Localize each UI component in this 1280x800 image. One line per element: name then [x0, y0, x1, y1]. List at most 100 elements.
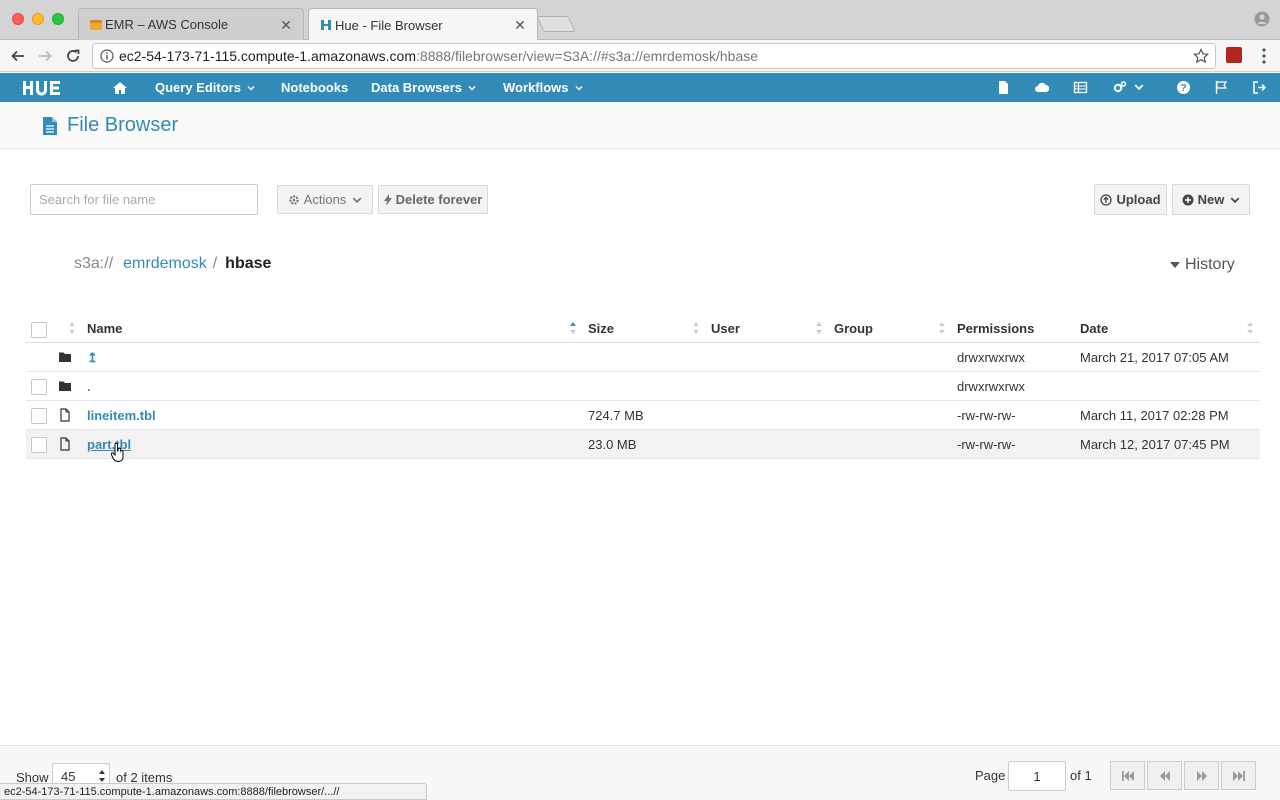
profile-icon[interactable] [1254, 11, 1270, 27]
folder-icon [59, 381, 71, 391]
column-header-name[interactable]: Name [87, 321, 122, 336]
flag-icon[interactable] [1214, 80, 1229, 95]
up-down-arrows-icon [99, 770, 105, 782]
delete-forever-label: Delete forever [395, 192, 483, 207]
file-date: March 21, 2017 07:05 AM [1080, 350, 1229, 365]
url-host: ec2-54-173-71-115.compute-1.amazonaws.co… [119, 48, 417, 64]
column-header-user[interactable]: User [711, 321, 740, 336]
fast-backward-icon [1121, 770, 1134, 781]
page-number-input[interactable] [1008, 761, 1066, 791]
select-all-checkbox[interactable] [31, 322, 47, 338]
tab-title: EMR – AWS Console [105, 17, 229, 32]
nav-label: Workflows [503, 80, 569, 95]
column-header-group[interactable]: Group [834, 321, 873, 336]
nav-data-browsers[interactable]: Data Browsers [371, 73, 476, 102]
previous-page-button[interactable] [1147, 761, 1182, 790]
close-icon[interactable]: ✕ [513, 18, 527, 32]
gears-icon[interactable] [1112, 80, 1127, 95]
close-icon[interactable]: ✕ [279, 18, 293, 32]
upload-button[interactable]: Upload [1094, 184, 1167, 215]
table-row[interactable]: part.tbl 23.0 MB -rw-rw-rw- March 12, 20… [26, 430, 1260, 459]
row-checkbox[interactable] [31, 379, 47, 395]
file-date: March 12, 2017 07:45 PM [1080, 437, 1230, 452]
row-checkbox[interactable] [31, 437, 47, 453]
pdf-extension-icon[interactable] [1226, 47, 1242, 63]
new-button[interactable]: New [1172, 184, 1250, 215]
breadcrumb-root[interactable]: s3a:// [74, 255, 113, 273]
column-header-permissions[interactable]: Permissions [957, 321, 1034, 336]
bookmark-star-icon[interactable] [1193, 48, 1209, 64]
table-row[interactable]: . drwxrwxrwx [26, 372, 1260, 401]
table-header: Name Size User Group Permissions Date [26, 314, 1260, 343]
address-bar[interactable]: ec2-54-173-71-115.compute-1.amazonaws.co… [92, 43, 1216, 69]
file-permissions: drwxrwxrwx [957, 379, 1025, 394]
nav-notebooks[interactable]: Notebooks [281, 73, 348, 102]
delete-forever-button[interactable]: Delete forever [378, 185, 488, 214]
file-icon[interactable] [996, 80, 1011, 95]
browser-tab-hue[interactable]: Hue - File Browser ✕ [308, 8, 538, 41]
sort-icon[interactable] [692, 321, 700, 335]
nav-workflows[interactable]: Workflows [503, 73, 583, 102]
nav-label: Notebooks [281, 80, 349, 95]
column-header-date[interactable]: Date [1080, 321, 1108, 336]
plus-circle-icon [1182, 194, 1194, 205]
first-page-button[interactable] [1110, 761, 1145, 790]
back-button[interactable] [8, 46, 28, 66]
file-size: 23.0 MB [588, 437, 637, 452]
chevron-down-icon [1230, 197, 1240, 203]
breadcrumb-separator: / [212, 255, 218, 272]
caret-down-icon [1170, 262, 1180, 268]
chevron-down-icon [574, 85, 583, 91]
nav-label: Query Editors [155, 80, 241, 95]
window-zoom-button[interactable] [52, 13, 64, 25]
gear-icon [288, 194, 299, 205]
history-toggle[interactable]: History [1170, 256, 1235, 274]
column-header-size[interactable]: Size [588, 321, 614, 336]
home-button[interactable] [112, 73, 128, 102]
table-row[interactable]: ↥ drwxrwxrwx March 21, 2017 07:05 AM [26, 343, 1260, 372]
file-icon [60, 437, 70, 451]
hue-logo[interactable] [22, 79, 80, 97]
sort-icon[interactable] [1246, 321, 1254, 335]
file-date: March 11, 2017 02:28 PM [1080, 408, 1229, 423]
row-checkbox[interactable] [31, 408, 47, 424]
window-close-button[interactable] [12, 13, 24, 25]
chevron-down-icon [468, 85, 476, 91]
reload-button[interactable] [63, 46, 83, 66]
fast-forward-icon [1232, 770, 1245, 781]
help-icon[interactable]: ? [1176, 80, 1191, 95]
actions-button[interactable]: Actions [277, 185, 373, 214]
sort-icon[interactable] [68, 321, 76, 335]
arrow-left-icon [11, 50, 24, 62]
history-label: History [1185, 256, 1235, 273]
cloud-icon[interactable] [1034, 80, 1049, 95]
file-name-link[interactable]: lineitem.tbl [87, 408, 156, 423]
breadcrumb-bucket[interactable]: emrdemosk [123, 255, 207, 273]
forward-button[interactable] [35, 46, 55, 66]
sign-out-icon[interactable] [1252, 80, 1267, 95]
sort-icon[interactable] [938, 321, 946, 335]
window-minimize-button[interactable] [32, 13, 44, 25]
table-row[interactable]: lineitem.tbl 724.7 MB -rw-rw-rw- March 1… [26, 401, 1260, 430]
breadcrumb-current: hbase [225, 255, 272, 272]
status-bar-url: ec2-54-173-71-115.compute-1.amazonaws.co… [0, 783, 427, 800]
folder-icon [59, 352, 71, 362]
file-name-link[interactable]: ↥ [87, 350, 98, 366]
sort-icon[interactable] [815, 321, 823, 335]
sort-ascending-icon[interactable] [569, 321, 577, 335]
browser-menu-icon[interactable] [1256, 47, 1272, 65]
new-tab-button[interactable] [536, 16, 576, 32]
search-input[interactable] [30, 184, 258, 215]
nav-query-editors[interactable]: Query Editors [155, 73, 255, 102]
info-icon[interactable] [100, 49, 114, 63]
last-page-button[interactable] [1221, 761, 1256, 790]
breadcrumb: s3a:// emrdemosk / hbase [74, 255, 271, 273]
file-name-link[interactable]: . [87, 379, 91, 394]
forward-icon [1196, 770, 1207, 781]
table-icon[interactable] [1073, 80, 1088, 95]
browser-tab-emr[interactable]: EMR – AWS Console ✕ [78, 8, 304, 40]
next-page-button[interactable] [1184, 761, 1219, 790]
hue-favicon-icon [321, 20, 331, 30]
home-icon [113, 81, 127, 94]
chevron-down-icon[interactable] [1134, 82, 1144, 92]
